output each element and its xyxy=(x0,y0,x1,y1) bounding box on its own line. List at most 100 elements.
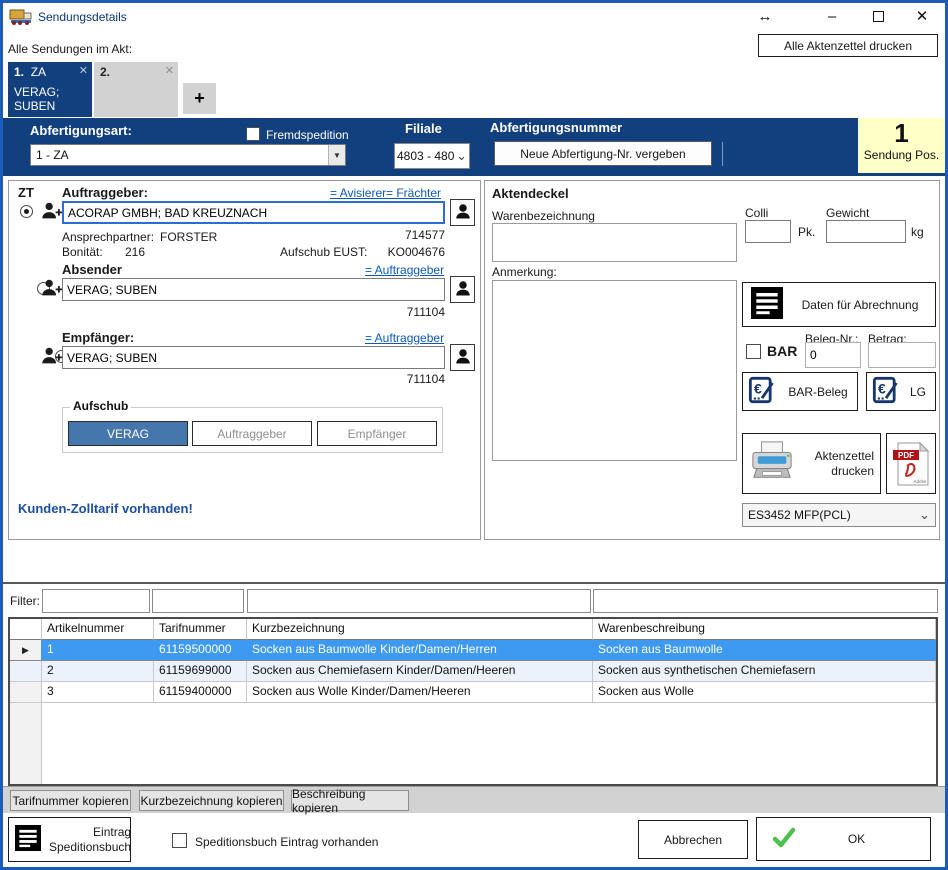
filiale-select[interactable]: 4803 - 480 ⌄ xyxy=(394,143,470,169)
cell-tarifnummer: 61159400000 xyxy=(154,682,247,703)
printer-value: ES3452 MFP(PCL) xyxy=(743,508,914,522)
colli-input[interactable] xyxy=(745,220,791,243)
copy-tarifnummer-button[interactable]: Tarifnummer kopieren xyxy=(10,790,131,811)
copy-kurzbezeichnung-button[interactable]: Kurzbezeichnung kopieren xyxy=(139,790,284,811)
copy-beschreibung-label: Beschreibung kopieren xyxy=(292,787,408,815)
copy-beschreibung-button[interactable]: Beschreibung kopieren xyxy=(291,790,409,811)
table-row[interactable]: ▶ 1 61159500000 Socken aus Baumwolle Kin… xyxy=(10,640,936,661)
bar-beleg-button[interactable]: € BAR-Beleg xyxy=(742,372,858,411)
svg-text:€: € xyxy=(754,381,762,397)
close-tab1-icon[interactable]: ✕ xyxy=(79,64,88,77)
person-icon xyxy=(454,347,472,368)
filter-artikelnummer-input[interactable] xyxy=(42,589,150,613)
shipment-tab-2[interactable]: 2. ✕ xyxy=(94,62,178,117)
print-all-label: Alle Aktenzettel drucken xyxy=(784,39,912,53)
absender-number: 711104 xyxy=(385,305,445,319)
auftraggeber-input[interactable] xyxy=(62,201,445,224)
add-person-icon-empfaenger[interactable] xyxy=(40,345,62,372)
fremdspedition-checkbox[interactable] xyxy=(246,127,260,141)
close-icon[interactable]: ✕ xyxy=(910,5,934,27)
ok-button[interactable]: OK xyxy=(756,817,931,861)
abfertigungsart-value: 1 - ZA xyxy=(31,148,328,162)
lg-button[interactable]: € LG xyxy=(866,372,936,411)
beleg-nr-input[interactable] xyxy=(805,342,861,368)
pdf-icon: PDF Adobe xyxy=(893,442,929,486)
cell-warenbeschreibung: Socken aus Wolle xyxy=(593,682,936,703)
row-selector-gutter xyxy=(10,703,42,784)
bonitaet-label: Bonität: xyxy=(62,245,103,259)
anmerkung-label: Anmerkung: xyxy=(492,265,557,279)
tab1-line2: VERAG; xyxy=(14,85,86,99)
anmerkung-textarea[interactable] xyxy=(492,280,737,461)
empfaenger-input[interactable] xyxy=(62,346,445,369)
daten-abrechnung-button[interactable]: Daten für Abrechnung xyxy=(742,282,936,327)
cell-warenbeschreibung: Socken aus synthetischen Chemiefasern xyxy=(593,661,936,682)
cell-artikelnummer: 2 xyxy=(42,661,154,682)
eintrag-speditionsbuch-button[interactable]: Eintrag Speditionsbuch xyxy=(8,817,131,862)
new-abfertigungsnummer-button[interactable]: Neue Abfertigung-Nr. vergeben xyxy=(494,141,712,166)
col-artikelnummer[interactable]: Artikelnummer xyxy=(42,619,154,640)
empfaenger-lookup-button[interactable] xyxy=(450,344,475,371)
abfertigungsart-select[interactable]: 1 - ZA ▼ xyxy=(30,144,346,166)
maximize-icon[interactable] xyxy=(866,5,890,27)
sendung-position-count: 1 xyxy=(858,118,945,148)
betrag-input[interactable] xyxy=(868,342,936,368)
fremdspedition-label: Fremdspedition xyxy=(266,128,349,142)
aufschub-empfaenger-button[interactable]: Empfänger xyxy=(317,421,437,446)
auftraggeber-radio[interactable] xyxy=(20,205,33,218)
filter-warenbeschreibung-input[interactable] xyxy=(593,589,938,613)
aufschub-verag-button[interactable]: VERAG xyxy=(68,421,188,446)
gewicht-input[interactable] xyxy=(826,220,906,243)
absender-input[interactable] xyxy=(62,278,445,301)
cell-kurzbezeichnung: Socken aus Baumwolle Kinder/Damen/Herren xyxy=(247,640,593,661)
tab1-number: 1. xyxy=(14,65,24,79)
aufschub-auftraggeber-label: Auftraggeber xyxy=(217,427,286,441)
table-empty-area xyxy=(10,703,936,784)
shipment-tab-1[interactable]: 1. ZA VERAG; SUBEN ✕ xyxy=(8,62,92,117)
row-selector xyxy=(10,682,42,703)
auftraggeber-lookup-button[interactable] xyxy=(450,199,475,226)
aktenzettel-drucken-button[interactable]: Aktenzettel drucken xyxy=(742,433,881,494)
auftraggeber-number: 714577 xyxy=(385,228,445,242)
pdf-button[interactable]: PDF Adobe xyxy=(886,433,936,494)
col-warenbeschreibung[interactable]: Warenbeschreibung xyxy=(593,619,936,640)
table-row[interactable]: 3 61159400000 Socken aus Wolle Kinder/Da… xyxy=(10,682,936,703)
cell-kurzbezeichnung: Socken aus Wolle Kinder/Damen/Heeren xyxy=(247,682,593,703)
window-title: Sendungsdetails xyxy=(38,10,127,24)
zt-label: ZT xyxy=(18,185,34,200)
print-all-aktenzettel-button[interactable]: Alle Aktenzettel drucken xyxy=(758,34,938,57)
absender-auftraggeber-link[interactable]: = Auftraggeber xyxy=(365,263,444,277)
table-row[interactable]: 2 61159699000 Socken aus Chemiefasern Ki… xyxy=(10,661,936,682)
speditionsbuch-checkbox[interactable] xyxy=(172,833,187,848)
list-icon xyxy=(15,825,41,854)
band-separator xyxy=(722,142,723,166)
warenbezeichnung-textarea[interactable] xyxy=(492,223,737,262)
filter-tarifnummer-input[interactable] xyxy=(152,589,244,613)
bar-checkbox[interactable] xyxy=(746,344,761,359)
kunden-zolltarif-note: Kunden-Zolltarif vorhanden! xyxy=(18,501,193,516)
add-person-icon-absender[interactable] xyxy=(40,277,62,304)
auftraggeber-label: Auftraggeber: xyxy=(62,185,148,200)
col-tarifnummer[interactable]: Tarifnummer xyxy=(154,619,247,640)
aufschub-group-label: Aufschub xyxy=(70,399,131,413)
col-kurzbezeichnung[interactable]: Kurzbezeichnung xyxy=(247,619,593,640)
filter-kurzbezeichnung-input[interactable] xyxy=(247,589,591,613)
close-tab2-icon[interactable]: ✕ xyxy=(165,64,174,77)
tab1-type: ZA xyxy=(31,65,46,79)
absender-lookup-button[interactable] xyxy=(450,276,475,303)
speditionsbuch-checkbox-label: Speditionsbuch Eintrag vorhanden xyxy=(195,835,378,849)
fraechter-link[interactable]: = Frächter xyxy=(386,186,441,200)
aufschub-auftraggeber-button[interactable]: Auftraggeber xyxy=(192,421,312,446)
app-truck-icon xyxy=(9,7,33,31)
cancel-button[interactable]: Abbrechen xyxy=(638,820,748,859)
add-person-icon-auftraggeber[interactable] xyxy=(40,200,62,227)
avisierer-link[interactable]: = Avisierer xyxy=(330,186,386,200)
dock-resize-icon[interactable]: ↔ xyxy=(753,5,777,27)
sendung-position-box: 1 Sendung Pos. xyxy=(858,118,945,173)
cell-tarifnummer: 61159699000 xyxy=(154,661,247,682)
person-icon xyxy=(454,279,472,300)
minimize-icon[interactable]: – xyxy=(820,5,844,27)
printer-select[interactable]: ES3452 MFP(PCL) ⌄ xyxy=(742,503,936,527)
add-shipment-tab-button[interactable]: + xyxy=(183,83,216,114)
empfaenger-auftraggeber-link[interactable]: = Auftraggeber xyxy=(365,331,444,345)
